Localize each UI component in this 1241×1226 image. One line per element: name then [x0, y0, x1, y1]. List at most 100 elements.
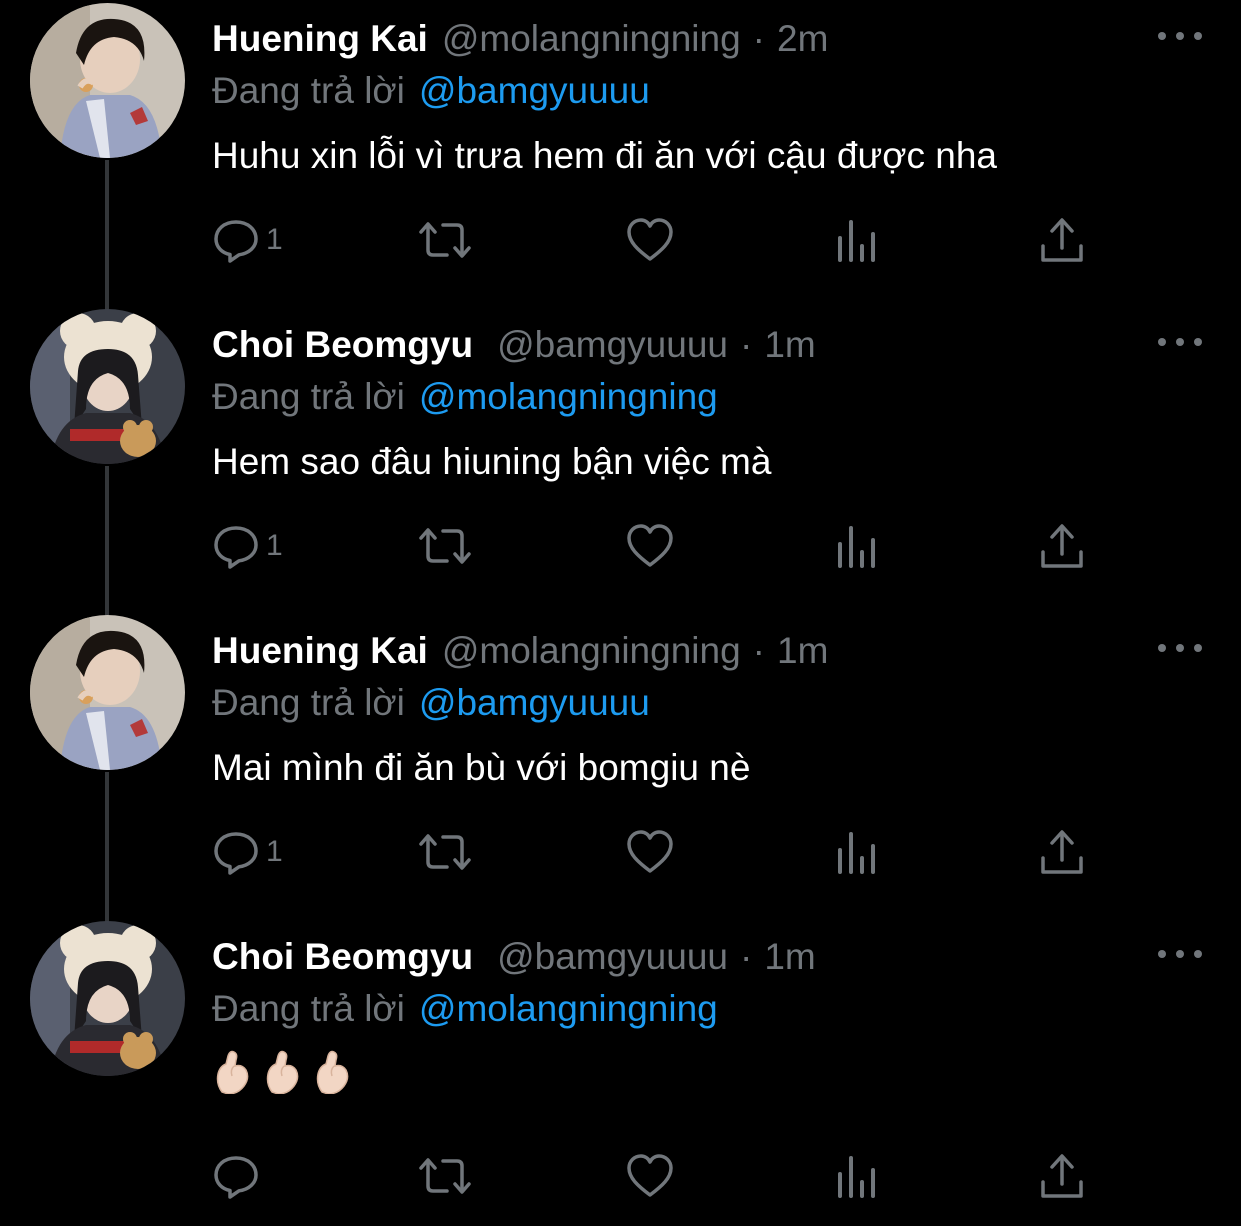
tweet-text	[212, 1048, 354, 1094]
tweet[interactable]: Choi Beomgyu @bamgyuuuu · 1m Đang trả lờ…	[0, 918, 1241, 1224]
display-name[interactable]: Huening Kai	[212, 630, 428, 672]
avatar[interactable]	[30, 615, 185, 770]
heart-icon	[627, 830, 673, 873]
profile-photo-choi-beomgyu	[30, 921, 185, 1076]
like-button[interactable]	[626, 518, 674, 574]
more-horizontal-icon	[1158, 950, 1166, 958]
reply-bubble-icon	[214, 526, 258, 569]
share-button[interactable]	[1038, 518, 1086, 574]
reply-button[interactable]: 1	[212, 212, 283, 268]
tweet-text: Hem sao đâu hiuning bận việc mà	[212, 441, 772, 482]
views-bar-chart-icon	[838, 526, 875, 568]
views-button[interactable]	[834, 1148, 882, 1204]
share-button[interactable]	[1038, 212, 1086, 268]
reply-count: 1	[266, 529, 283, 562]
replying-to: Đang trả lời @bamgyuuuu	[212, 68, 650, 114]
like-button[interactable]	[626, 1148, 674, 1204]
views-button[interactable]	[834, 212, 882, 268]
retweet-button[interactable]	[417, 1148, 473, 1204]
tweet-header: Huening Kai @molangningning · 1m	[212, 628, 828, 674]
user-handle[interactable]: @bamgyuuuu	[497, 324, 728, 366]
mention-link[interactable]: @bamgyuuuu	[419, 682, 650, 724]
mention-link[interactable]: @molangningning	[419, 988, 718, 1030]
retweet-button[interactable]	[417, 212, 473, 268]
replying-to: Đang trả lời @molangningning	[212, 986, 718, 1032]
replying-to-label: Đang trả lời	[212, 376, 405, 417]
share-button[interactable]	[1038, 824, 1086, 880]
avatar[interactable]	[30, 3, 185, 158]
user-handle[interactable]: @molangningning	[442, 630, 741, 672]
reply-bubble-icon	[214, 832, 258, 875]
profile-photo-huening-kai	[30, 3, 185, 158]
avatar[interactable]	[30, 921, 185, 1076]
reply-count: 1	[266, 835, 283, 868]
finger-heart-emoji-icon	[266, 1050, 299, 1094]
tweet[interactable]: Huening Kai @molangningning · 1m Đang tr…	[0, 612, 1241, 918]
retweet-icon	[419, 528, 471, 564]
separator-dot: ·	[752, 18, 765, 59]
reply-bubble-icon	[214, 220, 258, 263]
timestamp[interactable]: 1m	[764, 936, 815, 978]
timestamp[interactable]: 1m	[777, 630, 828, 672]
share-upload-icon	[1041, 830, 1083, 874]
avatar[interactable]	[30, 309, 185, 464]
reply-button[interactable]: 1	[212, 824, 283, 880]
mention-link[interactable]: @molangningning	[419, 376, 718, 418]
action-bar	[0, 1148, 1241, 1204]
tweet-header: Choi Beomgyu @bamgyuuuu · 1m	[212, 322, 816, 368]
retweet-button[interactable]	[417, 518, 473, 574]
views-bar-chart-icon	[838, 220, 875, 262]
more-horizontal-icon	[1158, 338, 1166, 346]
timestamp[interactable]: 1m	[764, 324, 815, 366]
timestamp[interactable]: 2m	[777, 18, 828, 60]
replying-to-label: Đang trả lời	[212, 682, 405, 723]
views-button[interactable]	[834, 518, 882, 574]
replying-to-label: Đang trả lời	[212, 988, 405, 1029]
finger-heart-emoji-icon	[316, 1050, 349, 1094]
views-bar-chart-icon	[838, 832, 875, 874]
finger-heart-emoji-icon	[216, 1050, 249, 1094]
tweet[interactable]: Huening Kai @molangningning · 2m Đang tr…	[0, 0, 1241, 306]
separator-dot: ·	[752, 630, 765, 671]
display-name[interactable]: Huening Kai	[212, 18, 428, 60]
heart-icon	[627, 218, 673, 261]
reply-count: 1	[266, 223, 283, 256]
heart-icon	[627, 524, 673, 567]
more-button[interactable]	[1158, 330, 1202, 354]
more-button[interactable]	[1158, 24, 1202, 48]
user-handle[interactable]: @molangningning	[442, 18, 741, 60]
user-handle[interactable]: @bamgyuuuu	[497, 936, 728, 978]
action-bar: 1	[0, 824, 1241, 880]
replying-to-label: Đang trả lời	[212, 70, 405, 111]
tweet-header: Choi Beomgyu @bamgyuuuu · 1m	[212, 934, 816, 980]
share-upload-icon	[1041, 1154, 1083, 1198]
reply-bubble-icon	[214, 1156, 258, 1199]
profile-photo-huening-kai	[30, 615, 185, 770]
tweet-header: Huening Kai @molangningning · 2m	[212, 16, 828, 62]
display-name[interactable]: Choi Beomgyu	[212, 936, 473, 978]
action-bar: 1	[0, 212, 1241, 268]
views-bar-chart-icon	[838, 1156, 875, 1198]
like-button[interactable]	[626, 824, 674, 880]
more-button[interactable]	[1158, 942, 1202, 966]
share-button[interactable]	[1038, 1148, 1086, 1204]
heart-icon	[627, 1154, 673, 1197]
retweet-button[interactable]	[417, 824, 473, 880]
tweet[interactable]: Choi Beomgyu @bamgyuuuu · 1m Đang trả lờ…	[0, 306, 1241, 612]
tweet-text: Mai mình đi ăn bù với bomgiu nè	[212, 747, 751, 788]
action-bar: 1	[0, 518, 1241, 574]
separator-dot: ·	[740, 324, 753, 365]
display-name[interactable]: Choi Beomgyu	[212, 324, 473, 366]
reply-button[interactable]	[212, 1148, 260, 1204]
separator-dot: ·	[740, 936, 753, 977]
mention-link[interactable]: @bamgyuuuu	[419, 70, 650, 112]
like-button[interactable]	[626, 212, 674, 268]
tweet-text: Huhu xin lỗi vì trưa hem đi ăn với cậu đ…	[212, 135, 997, 176]
more-horizontal-icon	[1158, 644, 1166, 652]
views-button[interactable]	[834, 824, 882, 880]
share-upload-icon	[1041, 524, 1083, 568]
share-upload-icon	[1041, 218, 1083, 262]
reply-button[interactable]: 1	[212, 518, 283, 574]
retweet-icon	[419, 1158, 471, 1194]
more-button[interactable]	[1158, 636, 1202, 660]
